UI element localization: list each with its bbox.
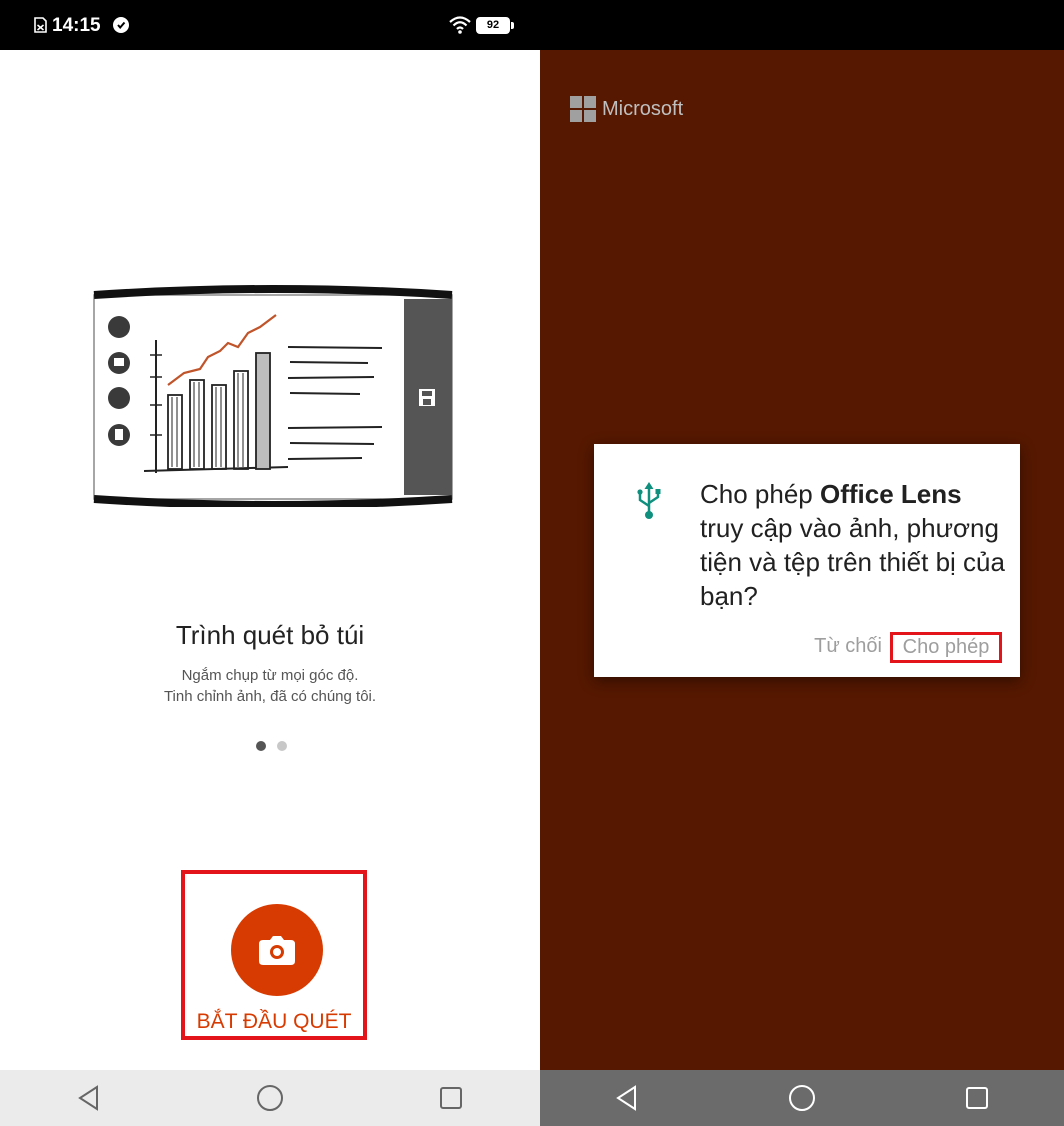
recents-icon[interactable]	[965, 1086, 989, 1110]
permission-message: Cho phép Office Lens truy cập vào ảnh, p…	[700, 477, 1010, 613]
save-icon	[419, 389, 435, 406]
page-indicator	[256, 741, 287, 751]
left-phone-screen: 14:15 92 Trình quét bỏ túi Ngắm chụp từ …	[0, 0, 540, 1126]
onboarding-title: Trình quét bỏ túi	[175, 620, 365, 650]
page-dot-inactive[interactable]	[277, 741, 287, 751]
status-bar: 14:15 92	[0, 0, 540, 50]
dialog-actions: Từ chối Cho phép	[594, 632, 1020, 663]
status-bar	[540, 0, 1064, 50]
page-dot-active[interactable]	[256, 741, 266, 751]
battery-indicator: 92	[476, 17, 514, 34]
allow-button[interactable]: Cho phép	[890, 632, 1002, 663]
right-phone-screen: Microsoft Cho phép Office Lens truy cập …	[540, 0, 1064, 1126]
deny-button[interactable]: Từ chối	[814, 635, 882, 658]
start-scan-button[interactable]	[231, 904, 323, 996]
sim-icon	[34, 17, 47, 33]
recents-icon[interactable]	[439, 1086, 463, 1110]
permission-message-suffix: truy cập vào ảnh, phương tiện và tệp trê…	[700, 513, 1005, 611]
home-icon[interactable]	[256, 1084, 284, 1112]
back-icon[interactable]	[615, 1085, 639, 1111]
status-time: 14:15	[52, 15, 101, 36]
back-icon[interactable]	[77, 1085, 101, 1111]
onboarding-subtitle-line1: Ngắm chụp từ mọi góc độ.	[181, 667, 359, 684]
wifi-icon	[449, 16, 471, 34]
usb-icon	[637, 482, 661, 519]
camera-icon	[259, 936, 295, 965]
onboarding-subtitle-line2: Tinh chỉnh ảnh, đã có chúng tôi.	[163, 688, 377, 705]
microsoft-logo: Microsoft	[570, 96, 683, 122]
start-scan-highlight: BẮT ĐẦU QUÉT	[181, 870, 367, 1040]
navigation-bar	[0, 1070, 540, 1126]
start-scan-label[interactable]: BẮT ĐẦU QUÉT	[185, 1010, 363, 1034]
microsoft-wordmark: Microsoft	[602, 97, 684, 120]
microsoft-logo-icon	[570, 96, 596, 122]
permission-message-prefix: Cho phép	[700, 479, 820, 509]
navigation-bar	[540, 1070, 1064, 1126]
data-saver-icon	[113, 17, 129, 33]
home-icon[interactable]	[788, 1084, 816, 1112]
permission-app-name: Office Lens	[819, 479, 962, 509]
permission-dialog: Cho phép Office Lens truy cập vào ảnh, p…	[594, 444, 1020, 677]
scanner-illustration	[93, 285, 453, 507]
